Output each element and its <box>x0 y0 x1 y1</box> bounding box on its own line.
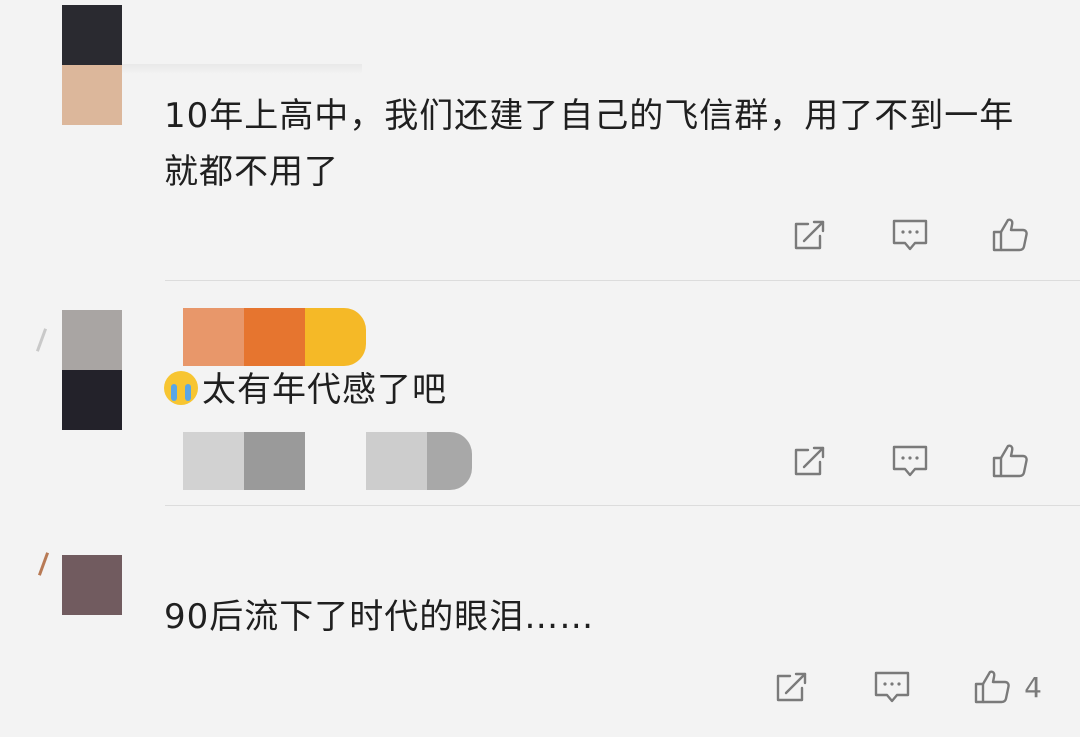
nickname-pixel <box>244 308 305 366</box>
like-button[interactable]: 4 <box>972 667 1042 707</box>
nickname-pixel <box>183 308 244 366</box>
comment-icon <box>874 671 910 703</box>
avatar[interactable] <box>62 310 122 430</box>
thumbs-up-icon <box>992 444 1028 478</box>
comment-text: 太有年代感了吧 <box>164 362 1044 418</box>
comment-divider <box>165 280 1080 281</box>
mosaic-pixel <box>305 432 366 490</box>
image-artifact <box>37 552 50 576</box>
reply-button[interactable] <box>890 215 930 255</box>
share-button[interactable] <box>790 215 830 255</box>
avatar[interactable] <box>62 555 122 615</box>
comment-icon <box>892 445 928 477</box>
share-icon <box>794 446 825 476</box>
avatar-pixel <box>62 5 122 65</box>
avatar[interactable] <box>62 5 122 125</box>
reply-button[interactable] <box>872 667 912 707</box>
nickname-mosaic <box>183 308 366 366</box>
mosaic-pixel <box>244 432 305 490</box>
reply-button[interactable] <box>890 441 930 481</box>
blurred-nickname <box>122 64 362 74</box>
thumbs-up-icon <box>992 218 1028 252</box>
blurred-reply-mosaic <box>183 432 472 490</box>
like-button[interactable] <box>990 441 1042 481</box>
loudly-crying-emoji <box>164 371 198 405</box>
like-count: 4 <box>1024 670 1042 704</box>
mosaic-pixel <box>183 432 244 490</box>
image-artifact <box>35 328 48 352</box>
avatar-pixel <box>62 370 122 430</box>
share-button[interactable] <box>790 441 830 481</box>
thumbs-up-icon <box>974 670 1010 704</box>
avatar-pixel <box>62 65 122 125</box>
comment-divider <box>165 505 1080 506</box>
comment-thread: { "colors": { "background": "#f3f3f3", "… <box>0 0 1080 737</box>
like-button[interactable] <box>990 215 1042 255</box>
comment-text: 10年上高中，我们还建了自己的飞信群，用了不到一年就都不用了 <box>164 96 1015 192</box>
comment-actions: 4 <box>712 667 1042 707</box>
avatar-pixel <box>62 310 122 370</box>
mosaic-pixel <box>366 432 427 490</box>
comment-text: 90后流下了时代的眼泪…… <box>164 597 595 637</box>
share-icon <box>794 220 825 250</box>
share-icon <box>776 672 807 702</box>
comment-actions <box>730 441 1042 481</box>
mosaic-pixel <box>427 432 472 490</box>
comment-text-body: 太有年代感了吧 <box>202 370 447 410</box>
nickname-pixel <box>305 308 366 366</box>
share-button[interactable] <box>772 667 812 707</box>
avatar-pixel <box>62 555 122 615</box>
comment-actions <box>730 215 1042 255</box>
comment-icon <box>892 219 928 251</box>
